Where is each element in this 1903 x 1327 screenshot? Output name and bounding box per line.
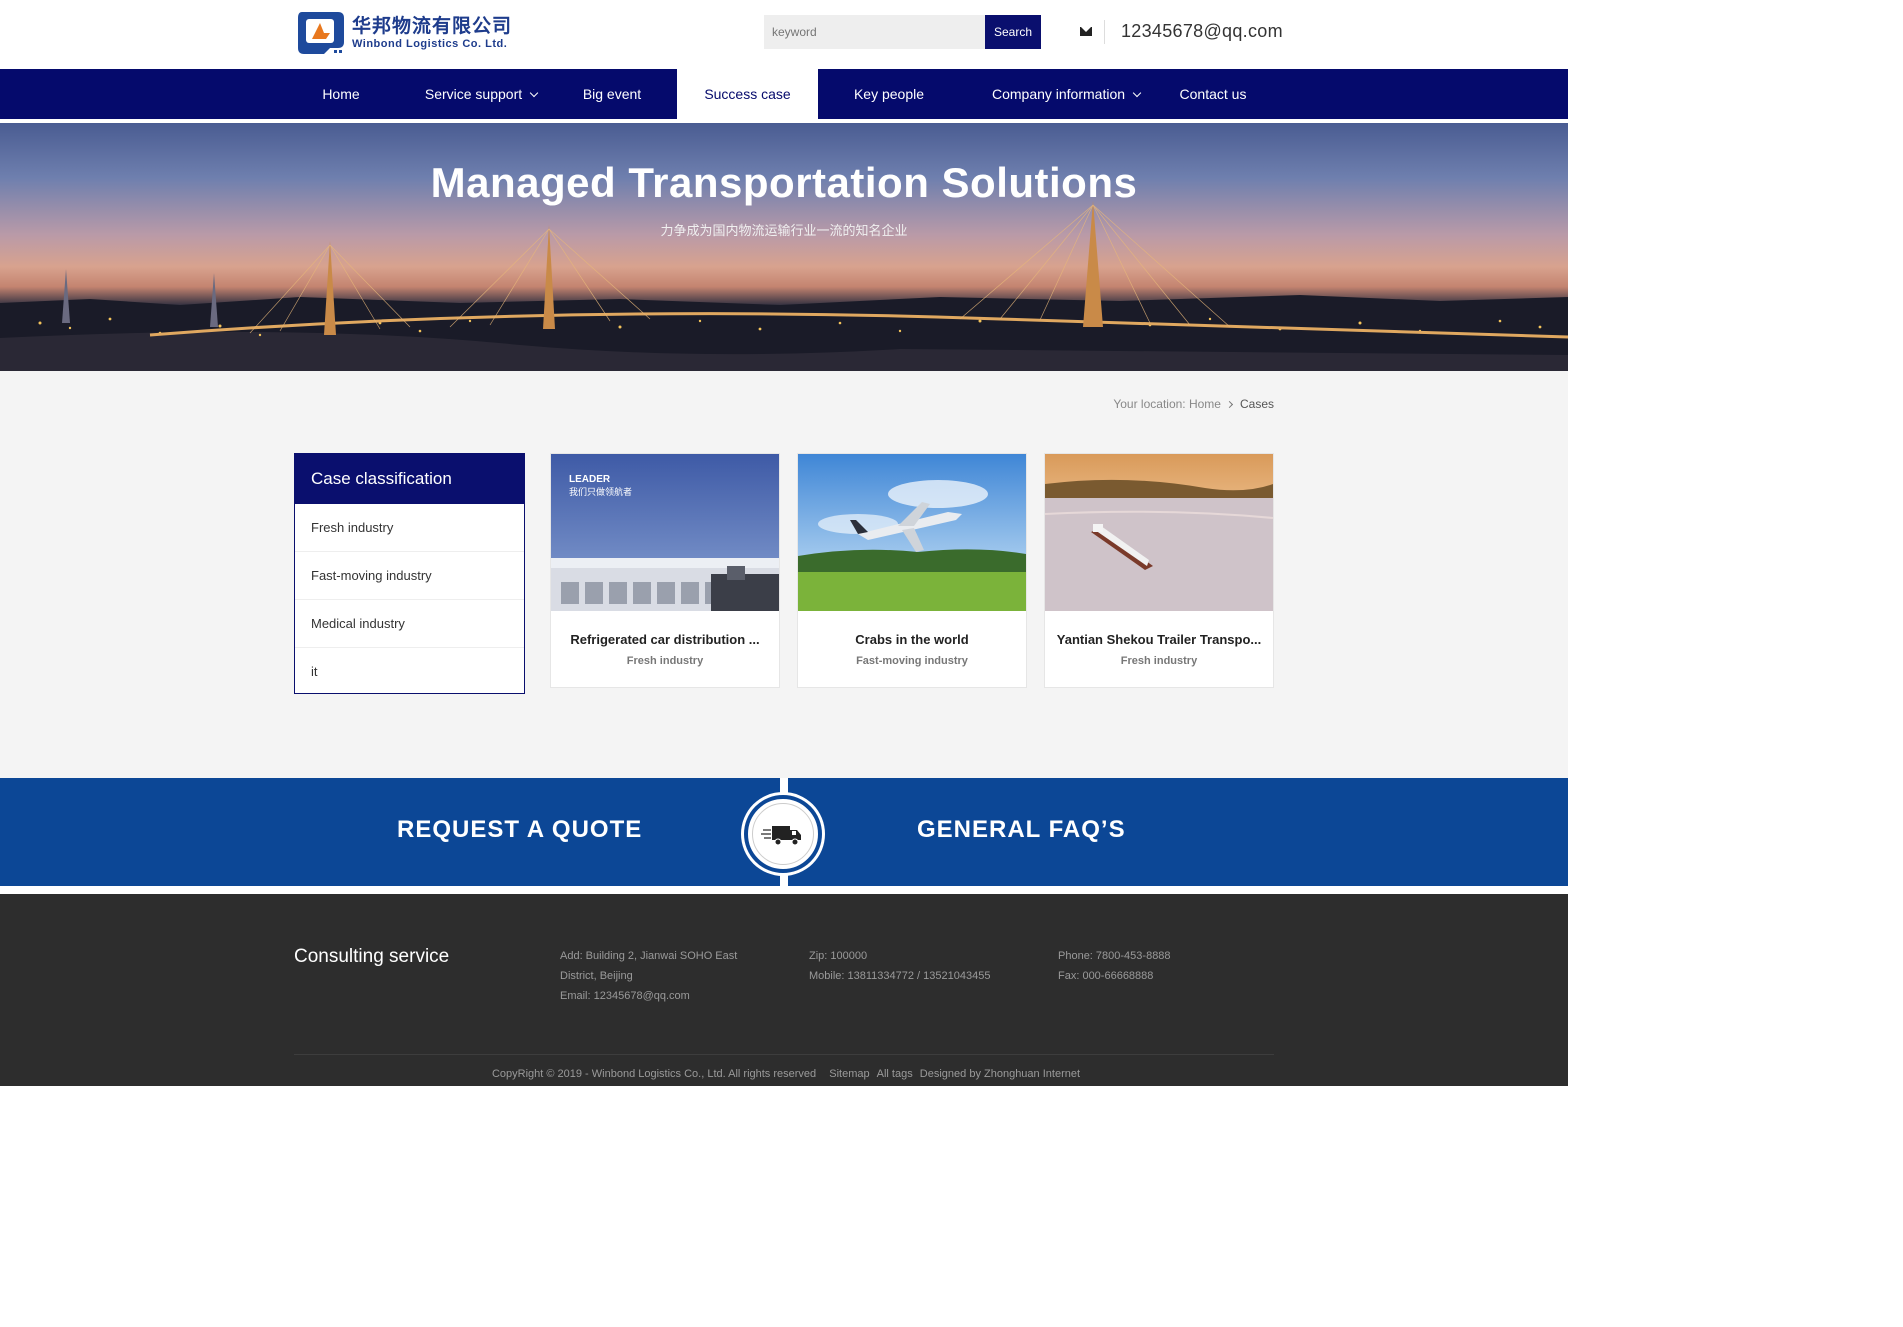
breadcrumb: Your location: Home Cases — [1113, 397, 1274, 411]
footer-title: Consulting service — [294, 946, 450, 967]
logo-cn-text: 华邦物流有限公司 — [352, 15, 513, 37]
case-image-caption: LEADER — [569, 474, 611, 485]
breadcrumb-home[interactable]: Home — [1189, 397, 1221, 411]
footer-copyright: CopyRight © 2019 - Winbond Logistics Co.… — [491, 1068, 817, 1080]
nav-label: Key people — [853, 86, 925, 102]
main-content: Your location: Home Cases Case classifica… — [0, 371, 1568, 778]
case-title[interactable]: Refrigerated car distribution ... — [551, 632, 779, 647]
case-card[interactable]: Yantian Shekou Trailer Transpo... Fresh … — [1044, 453, 1274, 688]
sidebar-item-medical-industry[interactable]: Medical industry — [295, 600, 524, 648]
case-image-airplane — [798, 454, 1026, 611]
nav-label: Home — [322, 86, 360, 102]
banner-subtitle: 力争成为国内物流运输行业一流的知名企业 — [660, 224, 908, 239]
nav-label: Service support — [424, 86, 523, 102]
footer-designed-by[interactable]: Designed by Zhonghuan Internet — [920, 1068, 1080, 1080]
sidebar-item-it[interactable]: it — [295, 648, 524, 696]
truck-icon — [761, 826, 801, 846]
footer-sitemap-link[interactable]: Sitemap — [829, 1068, 869, 1080]
case-title[interactable]: Crabs in the world — [798, 632, 1026, 647]
case-category: Fresh industry — [1120, 655, 1198, 667]
footer-mobile: Mobile: 13811334772 / 13521043455 — [809, 970, 991, 982]
banner-title: Managed Transportation Solutions — [430, 159, 1138, 206]
case-category: Fast-moving industry — [856, 655, 968, 667]
general-faq-panel[interactable]: GENERAL FAQ’S — [788, 778, 1568, 886]
footer-copyright-bar: CopyRight © 2019 - Winbond Logistics Co.… — [0, 1068, 1568, 1080]
footer-email-label: Email: — [560, 990, 591, 1002]
main-nav: Home Service support Big event Success c… — [0, 69, 1568, 119]
quote-circle — [744, 795, 822, 873]
request-quote-panel[interactable]: REQUEST A QUOTE — [0, 778, 780, 886]
nav-label: Big event — [582, 86, 642, 102]
footer: Consulting service Add: Building 2, Jian… — [0, 894, 1568, 1086]
logo-en-text: Winbond Logistics Co. Ltd. — [352, 38, 508, 50]
footer-zip: Zip: 100000 — [809, 950, 868, 962]
chevron-right-icon — [1225, 400, 1234, 409]
case-category: Fresh industry — [626, 655, 704, 667]
case-card[interactable]: LEADER 我们只做领航者 Refrigerated car distribu… — [550, 453, 780, 688]
logo[interactable]: 华邦物流有限公司 Winbond Logistics Co. Ltd. — [294, 8, 534, 58]
sidebar-title: Case classification — [295, 454, 524, 504]
footer-divider — [294, 1054, 1274, 1055]
nav-label: Company information — [991, 86, 1126, 102]
header: 华邦物流有限公司 Winbond Logistics Co. Ltd. Sear… — [0, 0, 1568, 69]
footer-address-column: Add: Building 2, Jianwai SOHO East Distr… — [560, 946, 737, 1006]
case-title[interactable]: Yantian Shekou Trailer Transpo... — [1045, 632, 1273, 647]
search-input[interactable] — [764, 15, 985, 49]
request-quote-link[interactable]: REQUEST A QUOTE — [397, 816, 642, 844]
footer-address-line-2: District, Beijing — [560, 970, 633, 982]
footer-fax: Fax: 000-66668888 — [1058, 970, 1154, 982]
case-card[interactable]: Crabs in the world Fast-moving industry — [797, 453, 1027, 688]
nav-item-service-support[interactable]: Service support — [400, 69, 562, 119]
quote-gap — [0, 886, 1568, 894]
footer-all-tags-link[interactable]: All tags — [877, 1068, 913, 1080]
header-email[interactable]: 12345678@qq.com — [1121, 21, 1283, 42]
nav-item-success-case[interactable]: Success case — [677, 69, 818, 119]
breadcrumb-current: Cases — [1239, 397, 1274, 411]
footer-address-line-1: Add: Building 2, Jianwai SOHO East — [560, 950, 738, 962]
sidebar-item-fresh-industry[interactable]: Fresh industry — [295, 504, 524, 552]
envelope-icon — [1080, 27, 1092, 36]
footer-email[interactable]: 12345678@qq.com — [594, 990, 690, 1002]
page-bottom-margin — [0, 1086, 1568, 1095]
quote-bar: REQUEST A QUOTE GENERAL FAQ’S — [0, 778, 1568, 886]
general-faq-link[interactable]: GENERAL FAQ’S — [917, 816, 1126, 844]
nav-label: Success case — [704, 86, 791, 102]
case-image-ship — [1045, 454, 1273, 611]
nav-item-key-people[interactable]: Key people — [836, 69, 942, 119]
chevron-down-icon — [529, 88, 539, 98]
footer-phone-column: Phone: 7800-453-8888 Fax: 000-66668888 — [1058, 946, 1171, 986]
footer-zip-column: Zip: 100000 Mobile: 13811334772 / 135210… — [809, 946, 990, 986]
nav-item-big-event[interactable]: Big event — [562, 69, 662, 119]
search-button[interactable]: Search — [985, 15, 1041, 49]
case-image-warehouse: LEADER 我们只做领航者 — [551, 454, 779, 611]
chevron-down-icon — [1132, 88, 1142, 98]
nav-item-contact-us[interactable]: Contact us — [1160, 69, 1266, 119]
sidebar-item-fast-moving-industry[interactable]: Fast-moving industry — [295, 552, 524, 600]
case-image-subcaption: 我们只做领航者 — [569, 488, 633, 498]
nav-item-company-information[interactable]: Company information — [966, 69, 1166, 119]
footer-phone: Phone: 7800-453-8888 — [1058, 950, 1171, 962]
logo-mark-icon — [294, 8, 348, 58]
nav-item-home[interactable]: Home — [294, 69, 388, 119]
hero-banner: Managed Transportation Solutions 力争成为国内物… — [0, 123, 1568, 371]
case-sidebar: Case classification Fresh industry Fast-… — [294, 453, 525, 694]
header-divider — [1104, 20, 1105, 44]
breadcrumb-prefix: Your location: — [1113, 397, 1186, 411]
nav-label: Contact us — [1179, 86, 1247, 102]
